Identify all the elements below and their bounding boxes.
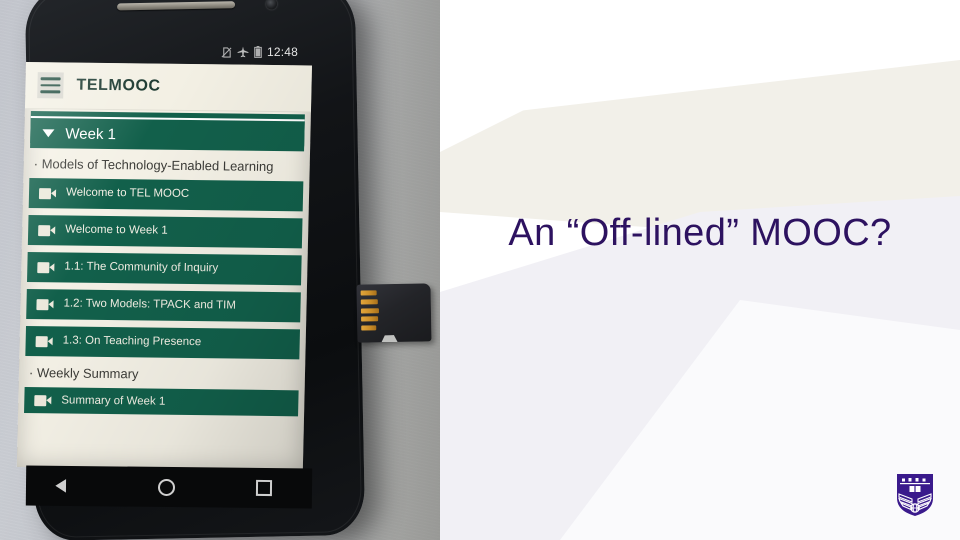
page-title: An “Off-lined” MOOC? — [508, 212, 892, 254]
back-button-icon[interactable] — [66, 479, 77, 493]
list-item[interactable]: 1.3: On Teaching Presence — [25, 326, 300, 360]
recents-button-icon[interactable] — [255, 479, 272, 497]
video-camera-icon — [37, 261, 55, 274]
android-nav-bar — [25, 465, 313, 509]
status-bar-clock: 12:48 — [266, 45, 298, 59]
sd-card-contacts — [360, 290, 380, 331]
hamburger-menu-icon[interactable] — [37, 72, 64, 99]
list-item-label: Summary of Week 1 — [61, 394, 166, 408]
bg-shape-white-wedge — [440, 0, 960, 120]
home-button-icon[interactable] — [157, 478, 176, 496]
video-list: Welcome to TEL MOOC Welcome to Week 1 1.… — [19, 178, 309, 360]
app-title: TELMOOC — [76, 76, 161, 95]
list-item[interactable]: 1.2: Two Models: TPACK and TIM — [26, 289, 301, 323]
airplane-mode-icon — [237, 46, 249, 58]
list-item[interactable]: 1.1: The Community of Inquiry — [27, 252, 302, 286]
bullet-icon: · — [28, 365, 34, 381]
bullet-icon: · — [33, 156, 39, 172]
battery-icon — [254, 46, 262, 58]
microsd-card — [356, 283, 432, 343]
video-camera-icon — [38, 187, 57, 200]
app-bar: TELMOOC — [24, 62, 312, 113]
no-sim-icon — [221, 46, 232, 58]
section-heading-models: · Models of Technology-Enabled Learning — [23, 148, 310, 182]
week-label: Week 1 — [65, 124, 117, 143]
list-item-label: 1.2: Two Models: TPACK and TIM — [63, 297, 237, 312]
list-item[interactable]: Welcome to Week 1 — [27, 215, 303, 249]
list-item-label: 1.3: On Teaching Presence — [62, 334, 202, 349]
list-item[interactable]: Welcome to TEL MOOC — [28, 178, 304, 212]
video-camera-icon — [35, 335, 53, 348]
slide: 12:48 TELMOOC Week 1 · Models of Technol… — [0, 0, 960, 540]
android-status-bar: 12:48 — [26, 42, 308, 62]
video-camera-icon — [34, 394, 52, 407]
list-item-label: 1.1: The Community of Inquiry — [64, 260, 219, 275]
section-heading-label: Models of Technology-Enabled Learning — [41, 156, 274, 175]
section-heading-label: Weekly Summary — [36, 365, 139, 382]
video-camera-icon — [38, 224, 56, 237]
list-item-partial[interactable]: Summary of Week 1 — [24, 387, 299, 417]
photo-panel: 12:48 TELMOOC Week 1 · Models of Technol… — [0, 0, 440, 540]
list-item-label: Welcome to Week 1 — [65, 223, 168, 238]
video-camera-icon — [36, 298, 54, 311]
week-accordion-header[interactable]: Week 1 — [30, 116, 305, 152]
phone-screen: TELMOOC Week 1 · Models of Technology-En… — [16, 62, 312, 471]
university-crest-logo — [897, 474, 933, 516]
section-heading-summary: · Weekly Summary — [19, 356, 306, 390]
list-item-label: Welcome to TEL MOOC — [65, 186, 190, 201]
chevron-down-icon — [42, 129, 55, 138]
